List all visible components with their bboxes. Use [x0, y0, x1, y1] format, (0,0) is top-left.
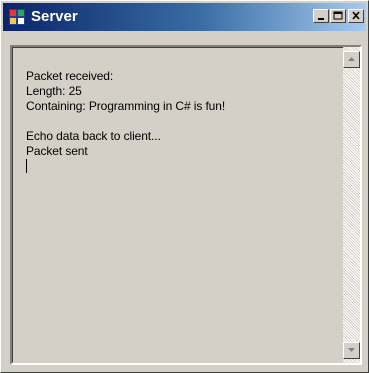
- text-caret: [26, 159, 27, 173]
- maximize-icon: [333, 11, 343, 20]
- server-window: Server Packet received: Length: 25 Conta…: [0, 0, 369, 373]
- output-line: Echo data back to client...: [26, 129, 161, 143]
- output-line: Packet sent: [26, 144, 88, 158]
- minimize-icon: [318, 18, 324, 20]
- scroll-down-icon: [348, 348, 355, 352]
- output-textarea[interactable]: Packet received: Length: 25 Containing: …: [10, 45, 362, 365]
- output-lines: Packet received: Length: 25 Containing: …: [26, 69, 225, 173]
- output-line: Length: 25: [26, 84, 82, 98]
- output-line: Containing: Programming in C# is fun!: [26, 99, 226, 113]
- minimize-button[interactable]: [313, 9, 329, 23]
- output-line: Packet received:: [26, 69, 114, 83]
- vertical-scrollbar[interactable]: [343, 47, 360, 363]
- scroll-up-icon: [348, 57, 355, 61]
- maximize-button[interactable]: [330, 9, 346, 23]
- window-title: Server: [31, 8, 78, 25]
- app-window-icon: [9, 9, 25, 25]
- scroll-up-button[interactable]: [343, 51, 360, 68]
- title-bar[interactable]: Server: [3, 3, 366, 31]
- close-button[interactable]: [348, 9, 364, 23]
- close-icon: [352, 11, 360, 20]
- scroll-down-button[interactable]: [343, 342, 360, 359]
